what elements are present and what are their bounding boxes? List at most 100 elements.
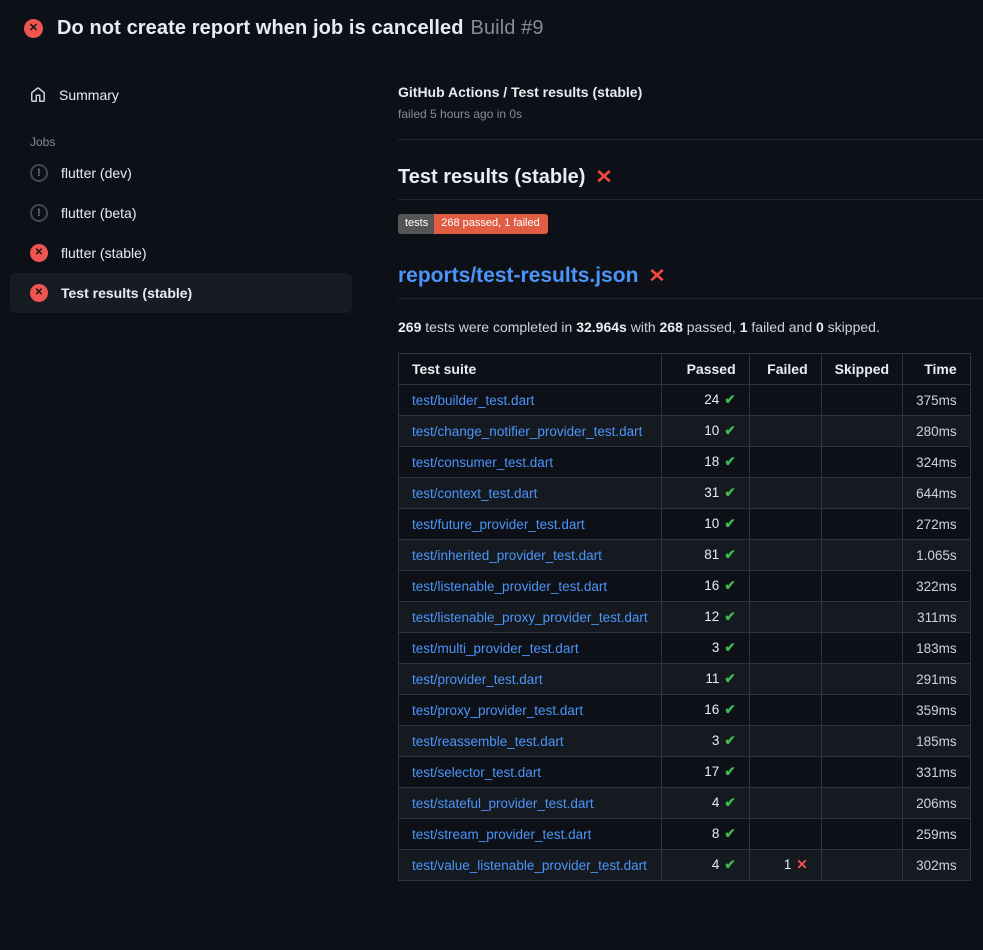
test-suite-cell: test/listenable_proxy_provider_test.dart	[399, 602, 662, 633]
report-file-link[interactable]: reports/test-results.json	[398, 264, 638, 288]
jobs-section-label: Jobs	[30, 135, 352, 149]
passed-cell-count: 11	[705, 671, 719, 686]
column-skipped: Skipped	[821, 354, 902, 385]
time-cell: 644ms	[903, 478, 971, 509]
passed-cell: 4✔	[661, 850, 749, 881]
time-cell: 1.065s	[903, 540, 971, 571]
table-row: test/future_provider_test.dart10✔272ms	[399, 509, 971, 540]
skipped-cell	[821, 571, 902, 602]
test-suite-link[interactable]: test/provider_test.dart	[412, 672, 543, 687]
skipped-cell	[821, 540, 902, 571]
table-header-row: Test suite Passed Failed Skipped Time	[399, 354, 971, 385]
test-suite-link[interactable]: test/multi_provider_test.dart	[412, 641, 579, 656]
passed-cell: 24✔	[661, 385, 749, 416]
check-icon: ✔	[724, 485, 735, 500]
test-suite-link[interactable]: test/change_notifier_provider_test.dart	[412, 424, 642, 439]
sidebar-item-test-results-stable[interactable]: ✕ Test results (stable)	[10, 273, 352, 313]
sidebar-summary-label: Summary	[59, 87, 119, 103]
failed-cell-count: 1	[784, 857, 792, 872]
test-suite-link[interactable]: test/reassemble_test.dart	[412, 734, 564, 749]
passed-cell-count: 3	[712, 733, 720, 748]
sidebar: Summary Jobs ! flutter (dev) ! flutter (…	[0, 53, 398, 313]
check-icon: ✔	[724, 764, 735, 779]
table-row: test/stateful_provider_test.dart4✔206ms	[399, 788, 971, 819]
test-suite-cell: test/listenable_provider_test.dart	[399, 571, 662, 602]
test-suite-link[interactable]: test/context_test.dart	[412, 486, 537, 501]
time-cell: 183ms	[903, 633, 971, 664]
section-title-text: Test results (stable)	[398, 166, 585, 189]
skipped-cell	[821, 819, 902, 850]
failed-cell	[749, 509, 821, 540]
summary-number: 269	[398, 319, 421, 335]
summary-text: with	[627, 319, 660, 335]
check-icon: ✔	[724, 795, 735, 810]
run-status-line: failed 5 hours ago in 0s	[398, 107, 983, 121]
check-icon: ✔	[724, 857, 735, 872]
check-icon: ✔	[724, 640, 735, 655]
failed-cell	[749, 633, 821, 664]
exclamation-icon: !	[37, 168, 41, 179]
table-row: test/change_notifier_provider_test.dart 1…	[399, 416, 971, 447]
breadcrumb: GitHub Actions / Test results (stable)	[398, 84, 983, 100]
passed-cell-count: 10	[704, 423, 719, 438]
test-suite-link[interactable]: test/listenable_proxy_provider_test.dart	[412, 610, 648, 625]
time-cell: 280ms	[903, 416, 971, 447]
x-icon: ✕	[796, 857, 807, 872]
passed-cell-count: 31	[704, 485, 719, 500]
summary-number: 1	[740, 319, 748, 335]
passed-cell: 31 ✔	[661, 478, 749, 509]
skipped-cell	[821, 757, 902, 788]
skipped-cell	[821, 633, 902, 664]
neutral-status-icon: !	[30, 204, 48, 222]
test-suite-link[interactable]: test/value_listenable_provider_test.dart	[412, 858, 647, 873]
passed-cell: 10✔	[661, 416, 749, 447]
skipped-cell	[821, 695, 902, 726]
table-row: test/multi_provider_test.dart 3 ✔ 183ms	[399, 633, 971, 664]
failed-cell	[749, 819, 821, 850]
tests-badge[interactable]: tests 268 passed, 1 failed	[398, 214, 548, 234]
test-suite-link[interactable]: test/consumer_test.dart	[412, 455, 553, 470]
skipped-cell	[821, 850, 902, 881]
table-row: test/consumer_test.dart 18✔ 324ms	[399, 447, 971, 478]
test-results-table: Test suite Passed Failed Skipped Time te…	[398, 353, 971, 881]
sidebar-item-flutter-beta[interactable]: ! flutter (beta)	[10, 193, 352, 233]
sidebar-item-flutter-dev[interactable]: ! flutter (dev)	[10, 153, 352, 193]
skipped-cell	[821, 447, 902, 478]
sidebar-item-flutter-stable[interactable]: ✕ flutter (stable)	[10, 233, 352, 273]
test-suite-link[interactable]: test/selector_test.dart	[412, 765, 541, 780]
passed-cell-count: 17	[704, 764, 719, 779]
test-suite-link[interactable]: test/listenable_provider_test.dart	[412, 579, 607, 594]
tests-summary-text: 269 tests were completed in 32.964s with…	[398, 319, 983, 335]
test-suite-link[interactable]: test/builder_test.dart	[412, 393, 534, 408]
test-suite-cell: test/multi_provider_test.dart	[399, 633, 662, 664]
check-icon: ✔	[724, 671, 735, 686]
passed-cell: 8✔	[661, 819, 749, 850]
failed-x-icon: ✕	[649, 267, 667, 286]
table-row: test/reassemble_test.dart3✔185ms	[399, 726, 971, 757]
test-suite-cell: test/stateful_provider_test.dart	[399, 788, 662, 819]
test-suite-link[interactable]: test/proxy_provider_test.dart	[412, 703, 583, 718]
section-title: Test results (stable) ✕	[398, 166, 983, 200]
failed-cell: 1✕	[749, 850, 821, 881]
check-icon: ✔	[724, 392, 735, 407]
test-suite-cell: test/value_listenable_provider_test.dart	[399, 850, 662, 881]
table-row: test/listenable_proxy_provider_test.dart…	[399, 602, 971, 633]
test-suite-link[interactable]: test/future_provider_test.dart	[412, 517, 585, 532]
passed-cell: 18✔	[661, 447, 749, 478]
skipped-cell	[821, 602, 902, 633]
passed-cell-count: 3	[712, 640, 720, 655]
table-row: test/value_listenable_provider_test.dart…	[399, 850, 971, 881]
check-icon: ✔	[724, 454, 735, 469]
sidebar-item-summary[interactable]: Summary	[10, 75, 352, 115]
run-title: Do not create report when job is cancell…	[57, 17, 464, 39]
passed-cell-count: 10	[704, 516, 719, 531]
test-suite-link[interactable]: test/stateful_provider_test.dart	[412, 796, 594, 811]
test-suite-link[interactable]: test/inherited_provider_test.dart	[412, 548, 602, 563]
passed-cell: 3✔	[661, 726, 749, 757]
test-suite-link[interactable]: test/stream_provider_test.dart	[412, 827, 591, 842]
passed-cell-count: 4	[712, 857, 720, 872]
time-cell: 322ms	[903, 571, 971, 602]
passed-cell: 12✔	[661, 602, 749, 633]
summary-text: passed,	[683, 319, 740, 335]
time-cell: 324ms	[903, 447, 971, 478]
